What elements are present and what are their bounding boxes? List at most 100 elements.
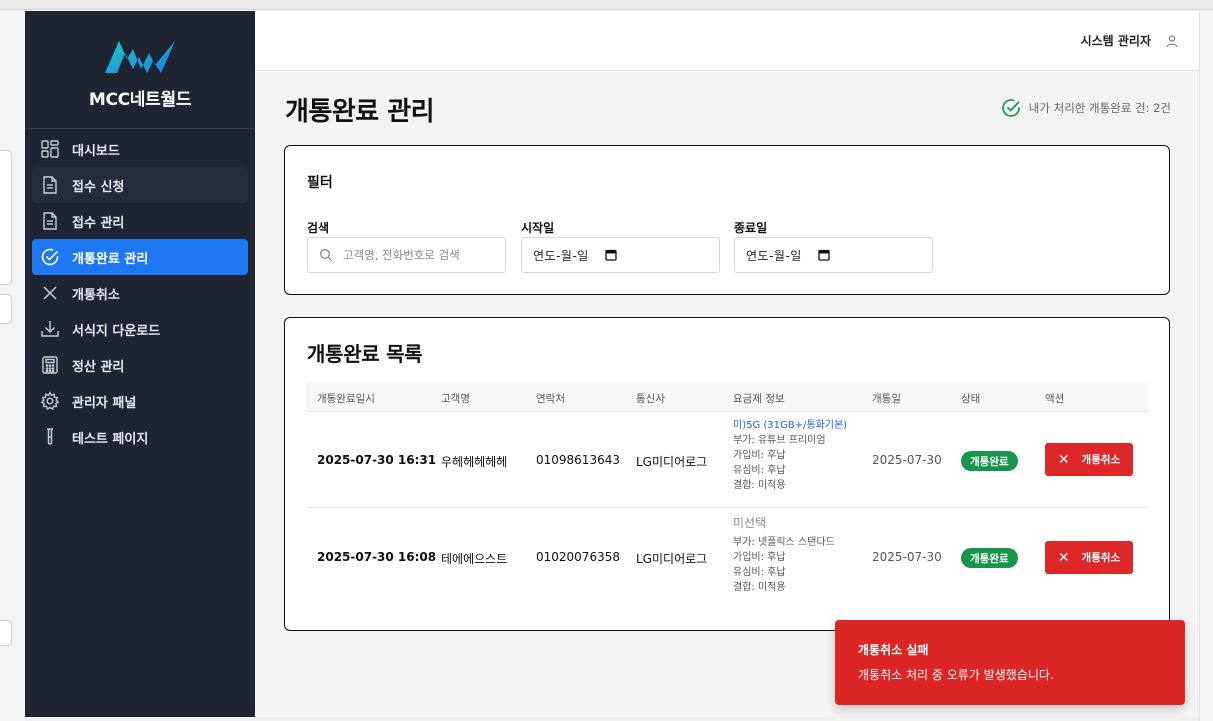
phone-number: 01098613643: [536, 453, 620, 467]
brand-name: MCC네트월드: [88, 90, 192, 110]
column-header: 고객명: [441, 393, 470, 405]
sidebar-item-label: 접수 관리: [72, 215, 125, 231]
cancel-activation-button[interactable]: ✕ 개통취소: [1045, 443, 1133, 476]
document-icon: [40, 211, 60, 231]
page-header: 개통완료 관리 내가 처리한 개통완료 건: 2건: [255, 71, 1199, 145]
sidebar-item-dashboard[interactable]: 대시보드: [32, 131, 248, 167]
plan-join-fee: 가입비: 후납: [733, 552, 786, 563]
table-header: 개통완료일시 고객명 연락처 통신사 요금제 정보 개통일 상태 액션: [306, 382, 1148, 412]
sidebar-item-admin-panel[interactable]: 관리자 패널: [32, 383, 248, 419]
close-icon: ✕: [1057, 549, 1070, 566]
column-header: 개통완료일시: [317, 393, 375, 405]
completed-at: 2025-07-30 16:31: [317, 453, 437, 467]
sidebar-item-label: 개통완료 관리: [72, 251, 149, 267]
sidebar-item-label: 관리자 패널: [72, 395, 137, 411]
panel-fragment: [0, 150, 12, 285]
browser-scrollbar[interactable]: [1199, 10, 1213, 721]
plan-addon: 부가: 유튜브 프리미엄: [733, 435, 826, 446]
done-count-text: 내가 처리한 개통완료 건: 2건: [1028, 101, 1171, 115]
sidebar-item-label: 대시보드: [72, 143, 120, 159]
panel-fragment: [0, 620, 12, 646]
dashboard-icon: [40, 139, 60, 159]
search-icon: [320, 249, 333, 262]
column-header: 요금제 정보: [733, 393, 785, 405]
close-icon: [40, 283, 60, 303]
plan-addon: 부가: 넷플릭스 스탠다드: [733, 537, 835, 548]
toast-message: 개통취소 처리 중 오류가 발생했습니다.: [858, 668, 1054, 682]
close-icon: ✕: [1057, 451, 1070, 468]
calendar-icon[interactable]: [605, 249, 617, 261]
end-date-input[interactable]: 연도-월-일: [734, 237, 933, 273]
plan-info: 미선택 부가: 넷플릭스 스탠다드 가입비: 후납 유심비: 후납 결합: 미적…: [733, 516, 835, 595]
start-date-value: 연도-월-일: [533, 248, 589, 263]
user-icon[interactable]: [1165, 34, 1179, 48]
open-date: 2025-07-30: [872, 453, 942, 467]
sidebar-item-intake-manage[interactable]: 접수 관리: [32, 203, 248, 239]
sidebar-item-label: 서식지 다운로드: [72, 323, 161, 339]
check-circle-icon: [1001, 99, 1020, 117]
browser-left-panel: [0, 10, 25, 721]
plan-sim-fee: 유심비: 후납: [733, 567, 786, 578]
column-header: 상태: [961, 393, 981, 405]
sidebar-item-label: 접수 신청: [72, 179, 125, 195]
start-date-label: 시작일: [521, 221, 555, 235]
plan-bundle: 결합: 미적용: [733, 582, 786, 593]
filter-card: 필터 검색 고객명, 전화번호로 검색 시작일 연도-월-일 종료일 연도-월-…: [284, 145, 1170, 295]
admin-name[interactable]: 시스템 관리자: [1081, 32, 1151, 49]
filter-title: 필터: [307, 175, 333, 191]
download-icon: [40, 319, 60, 339]
status-badge: 개통완료: [961, 548, 1018, 568]
open-date: 2025-07-30: [872, 550, 942, 564]
toast-title: 개통취소 실패: [858, 643, 929, 657]
carrier: LG미디어로그: [636, 455, 708, 469]
sidebar-item-label: 개통취소: [72, 287, 120, 303]
calendar-icon[interactable]: [818, 249, 830, 261]
column-header: 액션: [1045, 393, 1065, 405]
sidebar-item-intake-request[interactable]: 접수 신청: [32, 167, 248, 203]
customer-name: 테에에으스트: [441, 552, 508, 566]
start-date-input[interactable]: 연도-월-일: [521, 237, 720, 273]
sidebar-nav: 대시보드 접수 신청 접수 관리 개통완료 관리 개통취소 서식지 다운로드 정…: [25, 129, 255, 455]
browser-top-bar: [0, 0, 1213, 10]
cancel-button-label: 개통취소: [1081, 552, 1121, 564]
sidebar-item-label: 정산 관리: [72, 359, 125, 375]
completed-at: 2025-07-30 16:08: [317, 550, 437, 564]
plan-sim-fee: 유심비: 후납: [733, 465, 786, 476]
main-content: 시스템 관리자 개통완료 관리 내가 처리한 개통완료 건: 2건 필터 검색 …: [255, 11, 1199, 717]
app-window: MCC네트월드 대시보드 접수 신청 접수 관리 개통완료 관리 개통취소 서식…: [25, 11, 1199, 717]
start-date-field: 시작일 연도-월-일: [521, 219, 720, 273]
sidebar-item-test-page[interactable]: 테스트 페이지: [32, 419, 248, 455]
cancel-activation-button[interactable]: ✕ 개통취소: [1045, 541, 1133, 574]
customer-name: 우헤헤헤헤헤: [441, 455, 508, 469]
carrier: LG미디어로그: [636, 552, 708, 566]
activation-list-card: 개통완료 목록 개통완료일시 고객명 연락처 통신사 요금제 정보 개통일 상태…: [284, 317, 1170, 631]
sidebar-item-settlement[interactable]: 정산 관리: [32, 347, 248, 383]
end-date-value: 연도-월-일: [746, 248, 802, 263]
search-input[interactable]: 고객명, 전화번호로 검색: [307, 237, 506, 273]
plan-name: 미)5G (31GB+/통화기본): [733, 420, 848, 431]
status-badge: 개통완료: [961, 451, 1018, 471]
calculator-icon: [40, 355, 60, 375]
column-header: 연락처: [536, 393, 565, 405]
panel-fragment: [0, 294, 12, 324]
sidebar-item-activation-cancel[interactable]: 개통취소: [32, 275, 248, 311]
sidebar-item-activation-complete[interactable]: 개통완료 관리: [32, 239, 248, 275]
end-date-label: 종료일: [734, 221, 768, 235]
top-header: 시스템 관리자: [255, 11, 1199, 71]
plan-info: 미)5G (31GB+/통화기본) 부가: 유튜브 프리미엄 가입비: 후납 유…: [733, 418, 847, 493]
sidebar-item-form-download[interactable]: 서식지 다운로드: [32, 311, 248, 347]
gear-icon: [40, 391, 60, 411]
list-title: 개통완료 목록: [307, 342, 423, 366]
search-field: 검색 고객명, 전화번호로 검색: [307, 219, 506, 273]
page-title: 개통완료 관리: [285, 97, 435, 127]
check-circle-icon: [40, 247, 60, 267]
done-count: 내가 처리한 개통완료 건: 2건: [1001, 98, 1171, 118]
end-date-field: 종료일 연도-월-일: [734, 219, 933, 273]
plan-name: 미선택: [733, 516, 767, 530]
brand: MCC네트월드: [25, 11, 255, 129]
table-row: 2025-07-30 16:31 우헤헤헤헤헤 01098613643 LG미디…: [306, 412, 1148, 508]
phone-number: 01020076358: [536, 550, 620, 564]
cancel-button-label: 개통취소: [1081, 454, 1121, 466]
activation-table: 개통완료일시 고객명 연락처 통신사 요금제 정보 개통일 상태 액션 2025…: [306, 382, 1148, 608]
error-toast[interactable]: 개통취소 실패 개통취소 처리 중 오류가 발생했습니다.: [835, 620, 1185, 705]
